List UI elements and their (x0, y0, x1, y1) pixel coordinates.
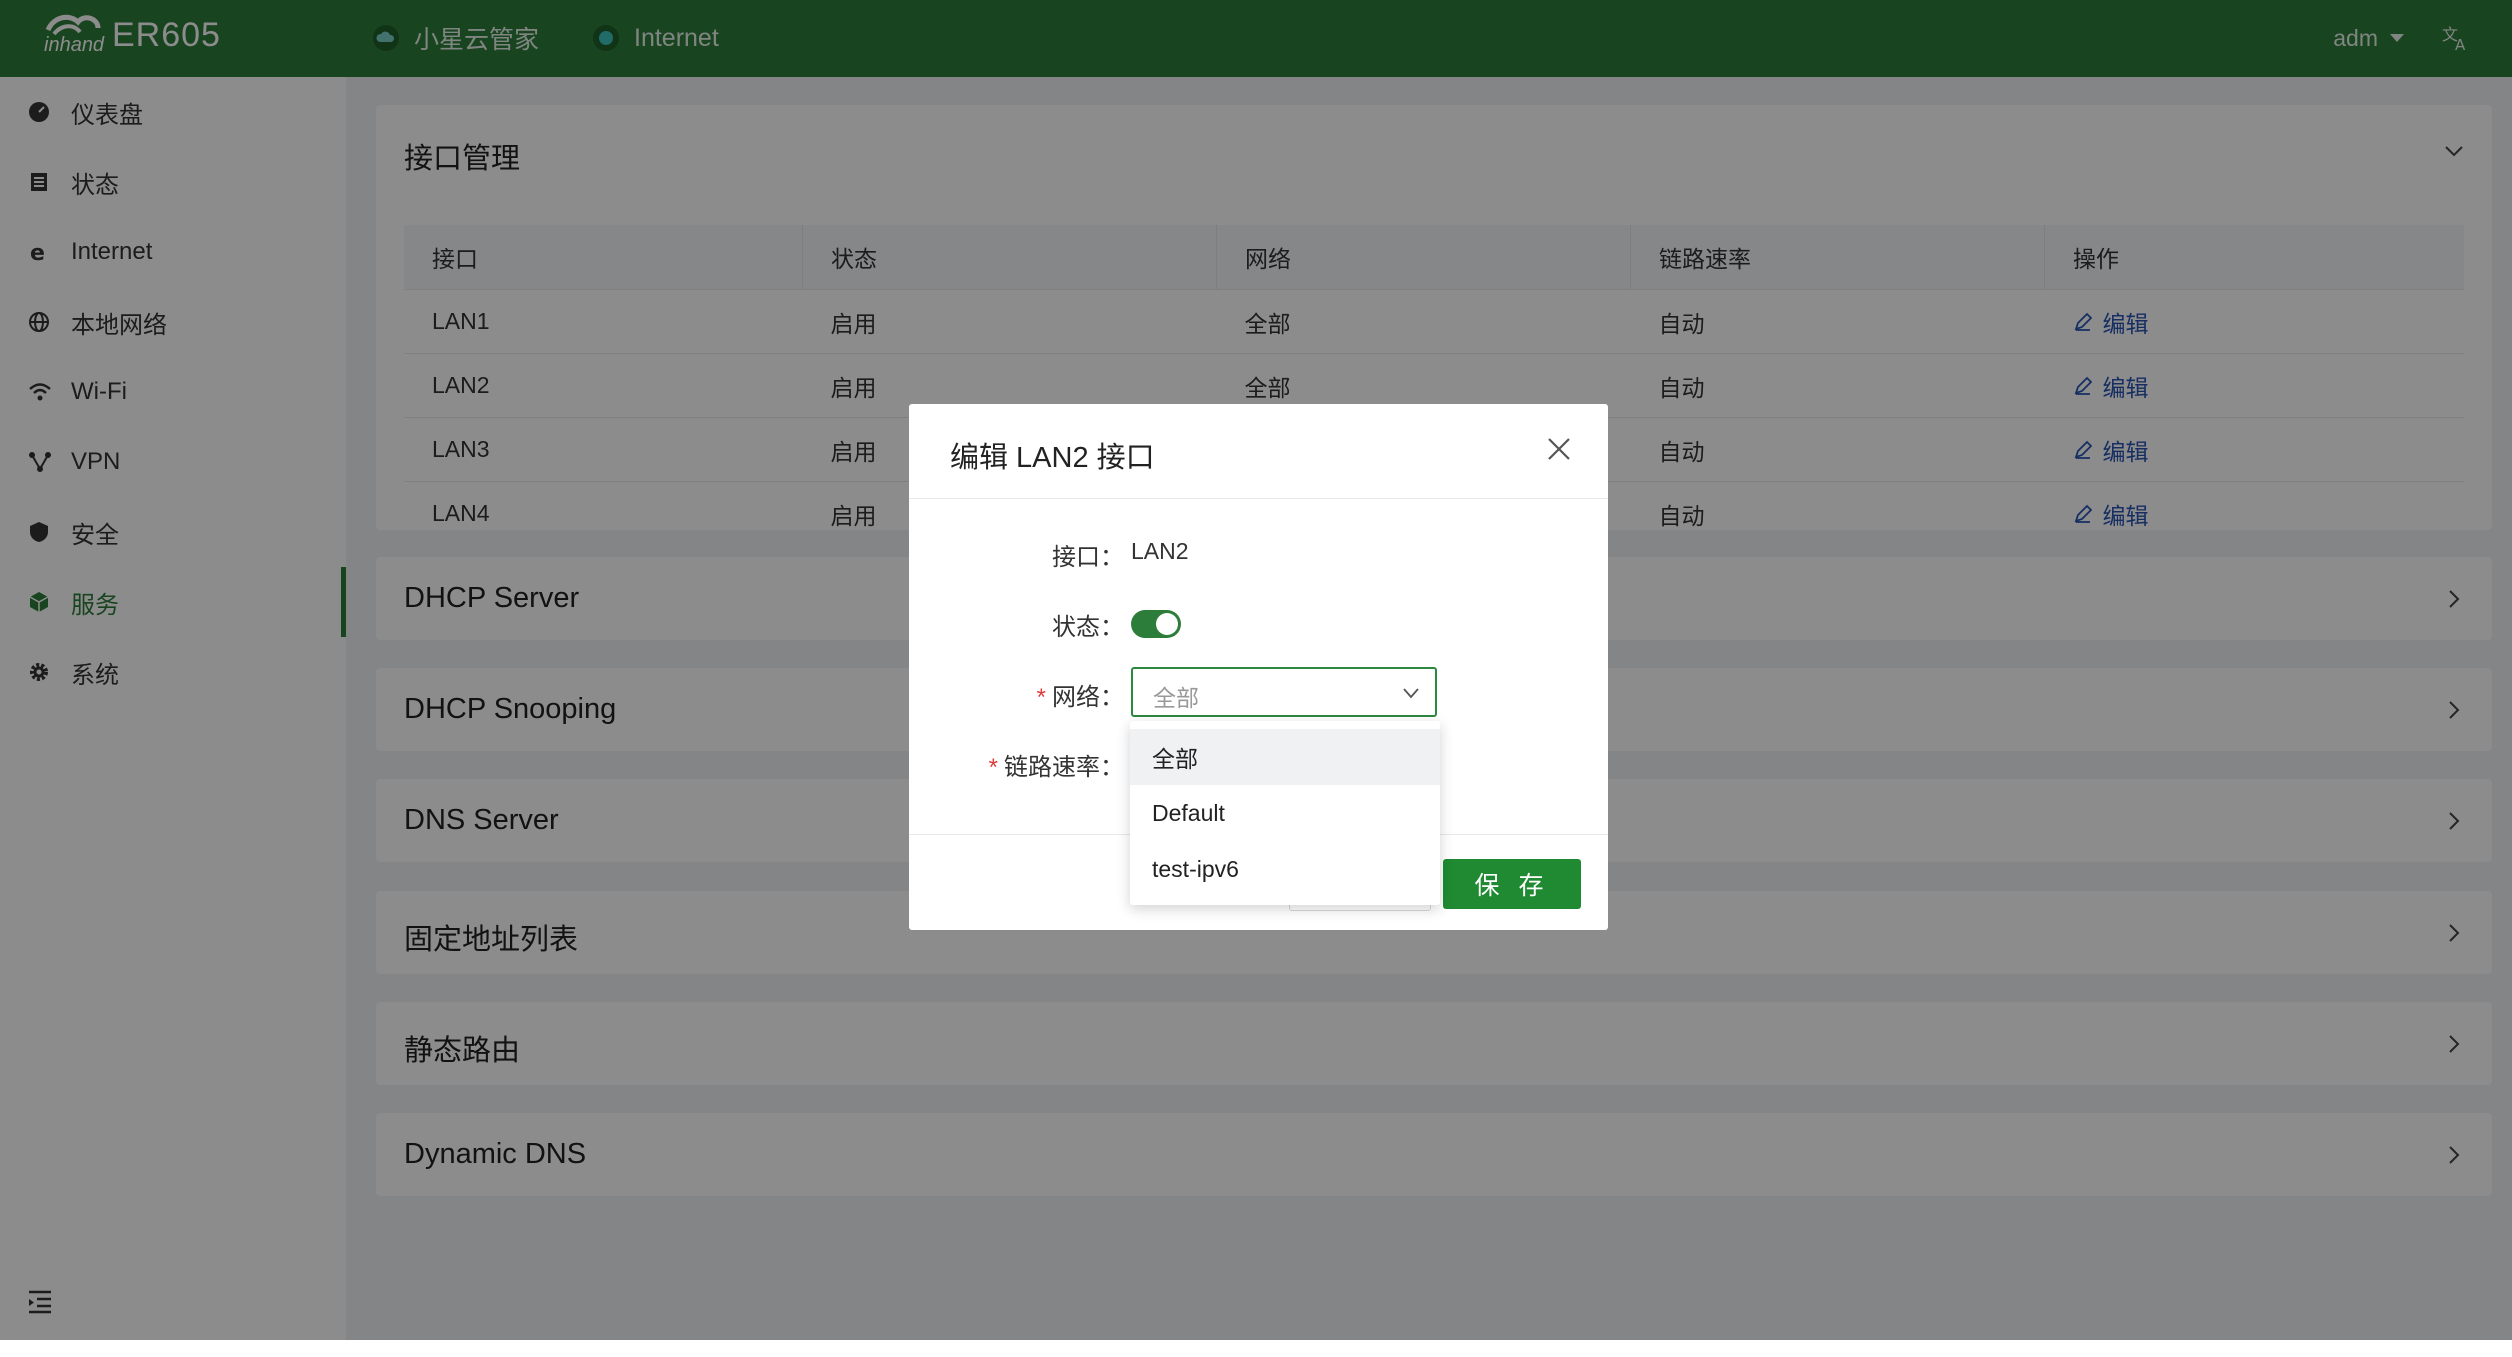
interface-value: LAN2 (1131, 538, 1189, 564)
close-icon[interactable] (1544, 434, 1574, 464)
modal-header: 编辑 LAN2 接口 (909, 404, 1608, 499)
required-marker: * (1036, 684, 1046, 711)
status-toggle[interactable] (1131, 610, 1181, 638)
network-select[interactable]: 全部 (1131, 667, 1437, 717)
modal-title: 编辑 LAN2 接口 (950, 442, 1155, 474)
chevron-down-icon (1403, 688, 1419, 699)
status-label: 状态： (1052, 614, 1124, 641)
required-marker: * (988, 754, 998, 781)
speed-label-text: 链路速率： (1004, 754, 1124, 781)
save-button[interactable]: 保 存 (1443, 859, 1581, 909)
network-select-value: 全部 (1153, 685, 1199, 711)
page-bottom-strip (0, 1340, 2512, 1357)
network-label: * 网络： (909, 677, 1124, 712)
interface-label: 接口： (1052, 544, 1124, 571)
network-label-text: 网络： (1052, 684, 1124, 711)
dropdown-option-default[interactable]: Default (1130, 785, 1440, 841)
network-dropdown: 全部 Default test-ipv6 (1130, 721, 1440, 905)
toggle-knob (1156, 613, 1178, 635)
speed-label: * 链路速率： (909, 747, 1124, 782)
dropdown-option-all[interactable]: 全部 (1130, 729, 1440, 785)
dropdown-option-test-ipv6[interactable]: test-ipv6 (1130, 841, 1440, 897)
